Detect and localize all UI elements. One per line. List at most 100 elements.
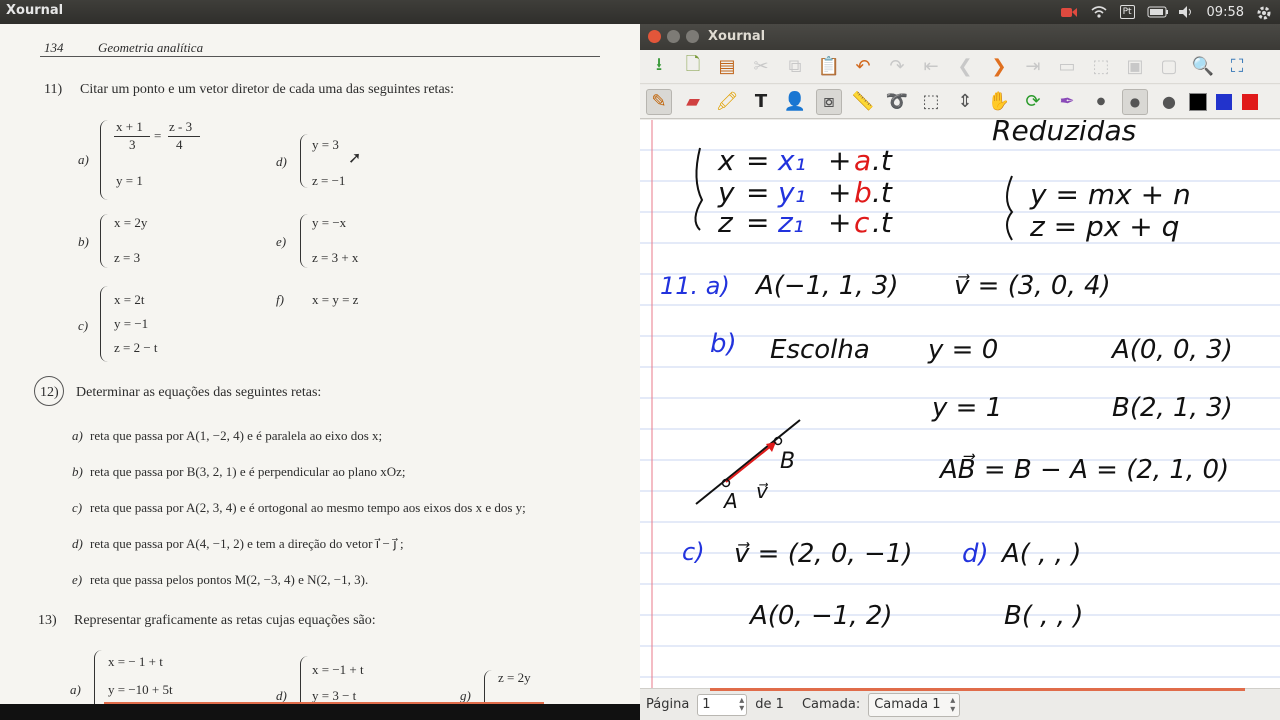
- zoom-search-icon[interactable]: 🔍: [1190, 54, 1216, 80]
- vertical-space-icon[interactable]: ⇕: [952, 89, 978, 115]
- page-number-spinner[interactable]: 1 ▴ ▾: [697, 693, 748, 716]
- save-icon[interactable]: ⭳: [646, 54, 672, 80]
- sys-y-b: b: [854, 176, 872, 209]
- note-d-pointA: A( , , ): [1000, 539, 1081, 569]
- ex11-b-line1: x = 2y: [114, 215, 148, 230]
- status-progress-strip: [710, 688, 1245, 691]
- close-window-button[interactable]: [648, 30, 661, 43]
- note-canvas[interactable]: Reduzidas x = x₁ + a .t y = y₁ + b .t z …: [640, 120, 1280, 688]
- mouse-cursor-icon: ➚: [348, 150, 362, 167]
- sys-z-c: c: [854, 206, 870, 239]
- ex11-a-frac2-den: 4: [176, 137, 183, 152]
- sys-x-a: a: [854, 144, 871, 177]
- lasso-select-icon[interactable]: ➰: [884, 89, 910, 115]
- brace: [100, 214, 108, 268]
- ex12-c-label: c): [72, 500, 83, 515]
- paste-icon[interactable]: 📋: [816, 54, 842, 80]
- page-number-value[interactable]: 1: [702, 697, 710, 712]
- camera-icon[interactable]: [1060, 5, 1078, 19]
- undo-icon[interactable]: ↶: [850, 54, 876, 80]
- sketch-vector-arrow: [725, 441, 777, 483]
- open-folder-icon[interactable]: ▤: [714, 54, 740, 80]
- color-red-swatch[interactable]: [1242, 93, 1258, 110]
- rect-select-icon[interactable]: ⬚: [918, 89, 944, 115]
- ex13-a-line2: y = −10 + 5t: [108, 682, 173, 697]
- hand-tool-icon[interactable]: ✋: [986, 89, 1012, 115]
- note-11a-vector: v⃗ = (3, 0, 4): [954, 271, 1111, 301]
- page-label: Página: [646, 697, 690, 712]
- spinner-arrows-icon[interactable]: ▴ ▾: [739, 695, 744, 713]
- wifi-icon[interactable]: [1090, 5, 1108, 19]
- highlighter-tool-icon[interactable]: 🖍: [714, 89, 740, 115]
- sys-y-plus: +: [828, 176, 851, 209]
- sys-z-eq: =: [746, 206, 769, 239]
- text-tool-icon[interactable]: T: [748, 89, 774, 115]
- color-blue-swatch[interactable]: [1216, 93, 1232, 110]
- next-page-icon[interactable]: ❯: [986, 54, 1012, 80]
- first-page-icon[interactable]: ⇤: [918, 54, 944, 80]
- sys-z-var: z: [717, 206, 734, 239]
- note-b-label: b): [710, 329, 737, 359]
- copy-icon[interactable]: ⧉: [782, 54, 808, 80]
- medium-width-icon[interactable]: ●: [1122, 88, 1148, 115]
- combo-arrows-icon: ▴ ▾: [950, 694, 956, 715]
- zoom-out-icon[interactable]: ▭: [1054, 54, 1080, 80]
- ex11-b-line2: z = 3: [114, 250, 141, 265]
- page-width-icon[interactable]: ⬚: [1088, 54, 1114, 80]
- maximize-window-button[interactable]: [686, 30, 699, 43]
- ex11-f-line1: x = y = z: [312, 292, 359, 307]
- ruled-page[interactable]: Reduzidas x = x₁ + a .t y = y₁ + b .t z …: [640, 120, 1280, 688]
- redo-icon[interactable]: ↷: [884, 54, 910, 80]
- sys-y-eq: =: [746, 176, 769, 209]
- note-b-word: Escolha: [770, 335, 870, 365]
- minimize-window-button[interactable]: [667, 30, 680, 43]
- last-page-icon[interactable]: ⇥: [1020, 54, 1046, 80]
- fullscreen-icon[interactable]: ⛶: [1224, 54, 1250, 80]
- clock[interactable]: 09:58: [1207, 5, 1244, 20]
- battery-icon[interactable]: [1147, 5, 1168, 19]
- brace: [100, 286, 108, 362]
- sys-x-x1: x₁: [777, 144, 806, 177]
- thick-width-icon[interactable]: ●: [1156, 89, 1182, 115]
- ex12-a-text: reta que passa por A(1, −2, 4) e é paral…: [90, 428, 383, 443]
- ex12-d-text: reta que passa por A(4, −1, 2) e tem a d…: [90, 536, 404, 551]
- color-black-swatch[interactable]: [1189, 92, 1207, 111]
- ruler-icon[interactable]: 📏: [850, 89, 876, 115]
- main-toolbar: ⭳ 🗋 ▤ ✂ ⧉ 📋 ↶ ↷ ⇤ ❮ ❯ ⇥ ▭ ⬚ ▣ ▢ 🔍 ⛶: [640, 50, 1280, 84]
- layer-select[interactable]: Camada 1 ▴ ▾: [868, 692, 961, 717]
- thin-width-icon[interactable]: ●: [1088, 89, 1114, 115]
- ex11-a-frac2-num: z - 3: [169, 119, 193, 134]
- zoom-normal-icon[interactable]: ▣: [1122, 54, 1148, 80]
- window-titlebar[interactable]: Xournal: [640, 24, 1280, 50]
- image-tool-icon[interactable]: 👤: [782, 89, 808, 115]
- eraser-tool-icon[interactable]: ▰: [680, 89, 706, 115]
- cut-icon[interactable]: ✂: [748, 54, 774, 80]
- note-11a-point: A(−1, 1, 3): [754, 271, 899, 301]
- zoom-in-icon[interactable]: ▢: [1156, 54, 1182, 80]
- ex11-e-label: e): [276, 234, 287, 249]
- default-tool-icon[interactable]: ⟳: [1020, 89, 1046, 115]
- ex11-a-line2: y = 1: [116, 173, 143, 188]
- previous-page-icon[interactable]: ❮: [952, 54, 978, 80]
- note-b-pointA: A(0, 0, 3): [1110, 335, 1233, 365]
- shape-recognizer-icon[interactable]: ⧇: [816, 88, 842, 115]
- ex11-d-line2: z = −1: [312, 173, 346, 188]
- note-b-AB: AB⃗ = B − A = (2, 1, 0): [938, 453, 1229, 485]
- sys-x-var: x: [717, 144, 735, 177]
- ex13-number: 13): [38, 613, 57, 628]
- sys-x-t: .t: [872, 144, 893, 177]
- ex12-e-text: reta que passa pelos pontos M(2, −3, 4) …: [90, 572, 369, 587]
- volume-icon[interactable]: [1177, 5, 1195, 19]
- default-pen-icon[interactable]: ✒: [1054, 89, 1080, 115]
- note-c-vector: v⃗ = (2, 0, −1): [734, 539, 912, 569]
- settings-gear-icon[interactable]: [1256, 5, 1274, 20]
- new-page-icon[interactable]: 🗋: [680, 54, 706, 80]
- note-c-label: c): [682, 538, 705, 566]
- ex11-a-eq: =: [154, 128, 162, 143]
- note-b-pointB: B(2, 1, 3): [1112, 393, 1233, 423]
- page-count-label: de 1: [755, 697, 784, 712]
- layer-select-value: Camada 1: [874, 696, 941, 712]
- keyboard-language-indicator[interactable]: Pt: [1119, 5, 1135, 19]
- pen-tool-icon[interactable]: ✎: [646, 88, 672, 115]
- note-b-y0: y = 0: [927, 335, 998, 365]
